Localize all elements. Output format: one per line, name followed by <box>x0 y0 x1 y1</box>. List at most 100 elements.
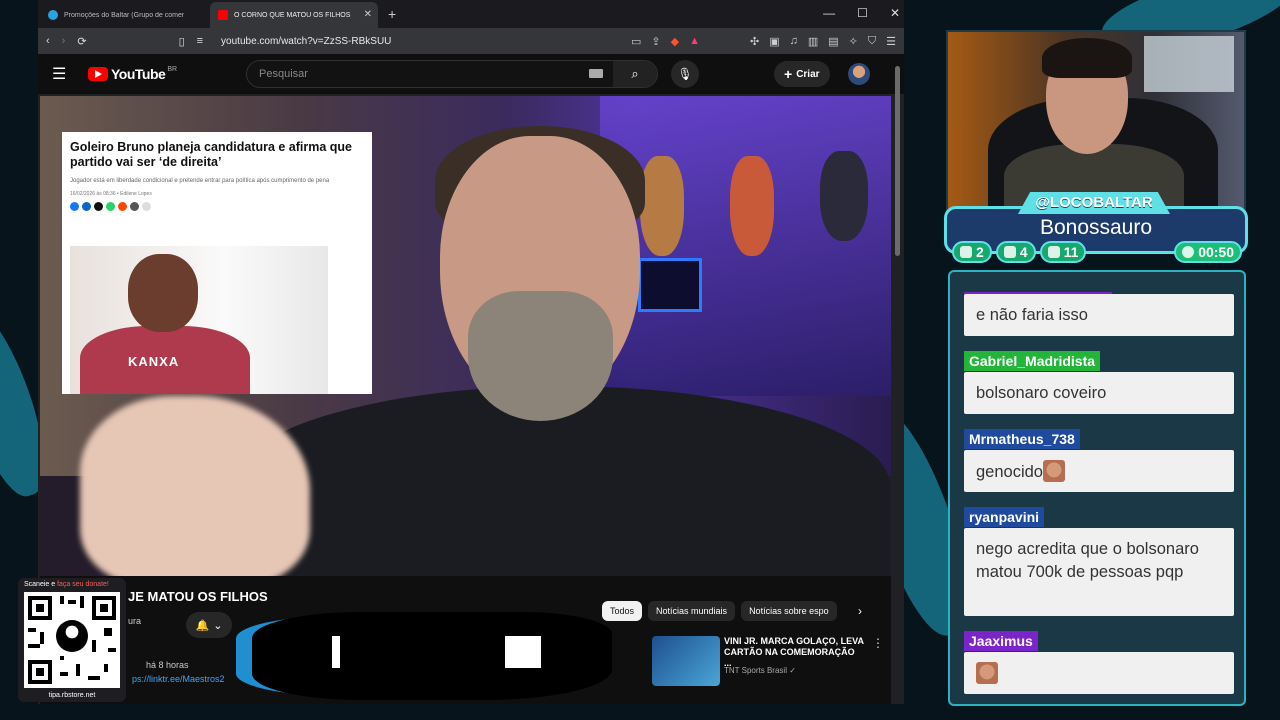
emote-icon <box>1042 460 1065 482</box>
news-photo: KANXA <box>70 246 328 394</box>
telegram-icon <box>48 10 58 20</box>
background-window <box>1144 36 1234 92</box>
youtube-play-icon <box>88 67 108 81</box>
chat-message: e não faria isso <box>964 294 1234 336</box>
recommended-title[interactable]: VINI JR. MARCA GOLAÇO, LEVA CARTÃO NA CO… <box>724 636 864 669</box>
chip-world-news[interactable]: Notícias mundiais <box>648 601 736 621</box>
tab-promocoes[interactable]: Promoções do Baltar (Grupo de comentário… <box>40 2 208 28</box>
chat-username: ryanpavini <box>964 507 1045 527</box>
censor-overlay <box>252 612 612 700</box>
search-button[interactable]: ⌕ <box>613 61 657 87</box>
tab-youtube-video[interactable]: O CORNO QUE MATOU OS FILHOS ✕ <box>210 2 378 28</box>
news-article-overlay: Goleiro Bruno planeja candidatura e afir… <box>62 132 372 394</box>
maximize-icon[interactable]: ☐ <box>857 6 868 20</box>
description-link[interactable]: ps://linktr.ee/Maestros2 <box>132 674 225 684</box>
search-input[interactable]: Pesquisar ⌕ <box>246 60 658 88</box>
close-window-icon[interactable]: ✕ <box>890 6 900 20</box>
chip-sports-news[interactable]: Notícias sobre espo <box>741 601 837 621</box>
chat-panel: e não faria isso Gabriel_Madridista bols… <box>948 270 1246 706</box>
address-bar: ‹ › ⟳ ▯ ≡ youtube.com/watch?v=ZzSS-RBkSU… <box>38 28 904 54</box>
qr-code <box>24 592 120 688</box>
email-icon <box>130 202 139 211</box>
channel-name[interactable]: ura <box>128 616 141 626</box>
scrollbar[interactable] <box>895 66 900 256</box>
streamer-hair <box>1042 38 1132 78</box>
keyboard-icon[interactable] <box>589 69 603 78</box>
search-icon: ⌕ <box>631 66 639 81</box>
upload-time: há 8 horas <box>146 660 189 670</box>
toolbar-icons: ▭ ⇪ ◆ ▲ ✣ ▣ ♫ ▥ ▤ ✧ ⛉ ☰ <box>631 35 896 48</box>
window-controls: — ☐ ✕ <box>823 6 900 20</box>
streamer-handle: @LOCOBALTAR <box>1018 192 1170 214</box>
recommendation-chips: Todos Notícias mundiais Notícias sobre e… <box>602 601 837 621</box>
tab-label: Promoções do Baltar (Grupo de comentário… <box>64 11 184 19</box>
twitch-viewers: 2 <box>952 241 992 263</box>
x-icon <box>94 202 103 211</box>
news-meta: 16/02/2026 às 08:36 • Edilene Lopes <box>70 191 152 197</box>
host-beard <box>468 291 613 421</box>
video-player[interactable]: Goleiro Bruno planeja candidatura e afir… <box>40 96 891 576</box>
linkedin-icon <box>82 202 91 211</box>
guitar <box>820 151 868 241</box>
wallet-icon[interactable]: ▤ <box>828 35 838 48</box>
extensions-icon[interactable]: ✣ <box>750 35 759 48</box>
chat-username: Jaaximus <box>964 631 1038 651</box>
youtube-logo[interactable]: YouTube BR <box>88 66 177 82</box>
reload-icon[interactable]: ⟳ <box>77 35 86 48</box>
youtube-icon <box>218 10 228 20</box>
censor-mark <box>505 636 541 668</box>
share-icon[interactable]: ⇪ <box>651 35 660 48</box>
create-button[interactable]: + Criar <box>774 61 830 87</box>
emote-icon <box>976 662 998 684</box>
chat-message: genocido <box>964 450 1234 492</box>
vpn-icon[interactable]: ⛉ <box>868 35 876 48</box>
browser-window: Promoções do Baltar (Grupo de comentário… <box>38 0 904 704</box>
bookmark-icon[interactable]: ▯ <box>179 35 185 48</box>
sidebar-icon[interactable]: ▥ <box>808 35 818 48</box>
news-subtitle: Jogador está em liberdade condicional e … <box>70 178 330 184</box>
cast-icon[interactable]: ▭ <box>631 35 641 48</box>
brave-shield-icon[interactable]: ◆ <box>671 35 679 48</box>
forward-icon[interactable]: › <box>62 35 66 47</box>
chip-all[interactable]: Todos <box>602 601 643 621</box>
kick-icon <box>1047 246 1060 258</box>
minimize-icon[interactable]: — <box>823 6 835 20</box>
voice-search-button[interactable]: 🎙 <box>671 60 699 88</box>
streamer-webcam <box>946 30 1246 212</box>
facebook-icon <box>70 202 79 211</box>
chevron-right-icon[interactable]: › <box>858 604 862 618</box>
chat-message <box>964 652 1234 694</box>
site-info-icon[interactable]: ≡ <box>197 35 203 47</box>
url-field[interactable]: youtube.com/watch?v=ZzSS-RBkSUU <box>221 36 391 47</box>
new-tab-button[interactable]: + <box>380 2 404 28</box>
media-icon[interactable]: ♫ <box>790 35 798 48</box>
more-options-icon[interactable]: ⋮ <box>872 636 884 650</box>
brave-rewards-icon[interactable]: ▲ <box>689 35 700 48</box>
clock-icon <box>1182 246 1195 258</box>
close-tab-icon[interactable]: ✕ <box>364 9 372 20</box>
whatsapp-icon <box>106 202 115 211</box>
reddit-icon <box>118 202 127 211</box>
account-avatar[interactable] <box>848 63 870 85</box>
search-placeholder: Pesquisar <box>259 68 308 80</box>
twitch-icon <box>960 246 972 258</box>
donate-qr-widget: Scaneie e faça seu donate! tipa.rbstore.… <box>18 578 126 702</box>
youtube-viewers: 4 <box>995 241 1036 263</box>
menu-icon[interactable]: ☰ <box>886 35 896 48</box>
chat-message: bolsonaro coveiro <box>964 372 1234 414</box>
background-monitor <box>638 258 702 312</box>
hamburger-menu-icon[interactable]: ☰ <box>52 64 76 84</box>
screenshot-icon[interactable]: ▣ <box>769 35 779 48</box>
leo-icon[interactable]: ✧ <box>849 35 858 48</box>
plus-icon: + <box>784 66 793 82</box>
notifications-button[interactable]: 🔔 ⌄ <box>186 612 232 638</box>
tab-bar: Promoções do Baltar (Grupo de comentário… <box>38 0 904 28</box>
bell-icon: 🔔 <box>195 619 210 632</box>
stream-title: Bonossauro <box>1039 216 1153 239</box>
chevron-down-icon: ⌄ <box>213 619 223 632</box>
video-title: JE MATOU OS FILHOS <box>128 589 268 604</box>
share-icons <box>70 202 364 211</box>
create-label: Criar <box>796 68 820 80</box>
recommended-thumbnail[interactable] <box>652 636 720 686</box>
back-icon[interactable]: ‹ <box>46 35 50 47</box>
